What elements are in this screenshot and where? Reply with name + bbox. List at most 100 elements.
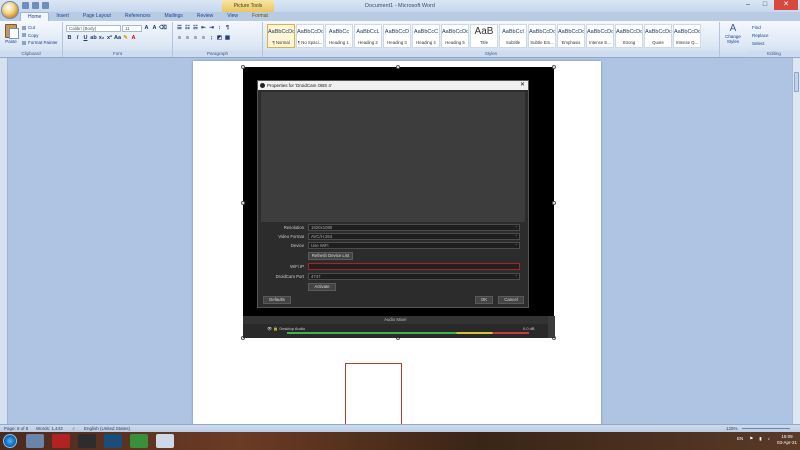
style-item[interactable]: AaBbCc Heading 1 <box>325 24 353 48</box>
start-button[interactable] <box>3 434 17 448</box>
vertical-scrollbar[interactable] <box>792 58 800 424</box>
resize-handle[interactable] <box>241 201 245 205</box>
align-right-icon[interactable]: ≡ <box>192 35 199 42</box>
red-outlined-shape[interactable] <box>345 363 402 425</box>
close-button[interactable]: ✕ <box>774 0 798 10</box>
style-item[interactable]: AaB Title <box>470 24 498 48</box>
font-size-box[interactable]: 11 <box>122 25 142 32</box>
volume-icon[interactable]: ♪ <box>768 436 770 442</box>
tab-insert[interactable]: Insert <box>49 12 76 21</box>
dialog-close-icon[interactable]: ✕ <box>520 81 525 90</box>
system-clock[interactable]: 15:09 03-Apr-21 <box>777 434 797 446</box>
numbering-icon[interactable]: ☷ <box>184 25 191 32</box>
italic-icon[interactable]: I <box>74 35 81 42</box>
tab-view[interactable]: View <box>220 12 245 21</box>
style-item[interactable]: AaBbCcDc ¶ Normal <box>267 24 295 48</box>
resize-handle[interactable] <box>241 65 245 69</box>
show-marks-icon[interactable]: ¶ <box>224 25 231 32</box>
app-taskbar-icon[interactable] <box>52 434 70 448</box>
zoom-slider[interactable] <box>742 428 790 429</box>
word-taskbar-icon[interactable] <box>156 434 174 448</box>
borders-icon[interactable]: ▦ <box>224 35 231 42</box>
language-tray[interactable]: EN <box>737 436 743 442</box>
clear-format-icon[interactable]: ⌫ <box>159 25 167 32</box>
select-button[interactable]: Select <box>752 40 769 48</box>
change-styles-button[interactable]: A Change Styles <box>722 23 744 44</box>
cut-button[interactable]: Cut <box>22 24 58 32</box>
resize-handle[interactable] <box>552 65 556 69</box>
video-format-select[interactable]: AVC/H.264 <box>308 233 520 240</box>
resolution-select[interactable]: 1920x1080 <box>308 224 520 231</box>
resize-handle[interactable] <box>552 201 556 205</box>
tab-references[interactable]: References <box>118 12 158 21</box>
obs-taskbar-icon[interactable] <box>78 434 96 448</box>
visibility-icon[interactable]: 👁 <box>267 326 272 331</box>
subscript-icon[interactable]: x₂ <box>98 35 105 42</box>
maximize-button[interactable]: □ <box>757 0 773 10</box>
chrome-taskbar-icon[interactable] <box>130 434 148 448</box>
grow-font-icon[interactable]: A <box>143 25 150 32</box>
style-item[interactable]: AaBbCcDc Subtle Em... <box>528 24 556 48</box>
find-button[interactable]: Find <box>752 24 769 32</box>
port-input[interactable]: 4747 <box>308 273 520 280</box>
multilevel-list-icon[interactable]: ☵ <box>192 25 199 32</box>
style-item[interactable]: AaBbCcD Heading 3 <box>383 24 411 48</box>
ok-button[interactable]: OK <box>475 296 493 304</box>
style-item[interactable]: AaBbCcC Heading 4 <box>412 24 440 48</box>
word-count[interactable]: Words: 1,443 <box>36 425 63 432</box>
style-item[interactable]: AaBbCcDc Quote <box>644 24 672 48</box>
office-button[interactable] <box>1 1 19 19</box>
wifi-ip-input[interactable] <box>308 263 520 270</box>
refresh-device-list-button[interactable]: Refresh Device List <box>308 252 353 260</box>
superscript-icon[interactable]: x² <box>106 35 113 42</box>
tab-home[interactable]: Home <box>20 12 50 21</box>
highlight-icon[interactable]: ✎ <box>122 35 129 42</box>
increase-indent-icon[interactable]: ⇥ <box>208 25 215 32</box>
zoom-level[interactable]: 125% <box>726 425 738 432</box>
lock-icon[interactable]: 🔒 <box>273 326 278 331</box>
tab-review[interactable]: Review <box>190 12 220 21</box>
language-indicator[interactable]: English (United States) <box>84 425 130 432</box>
change-case-icon[interactable]: Aa <box>114 35 121 42</box>
line-spacing-icon[interactable]: ↨ <box>208 35 215 42</box>
save-icon[interactable] <box>22 2 29 9</box>
format-painter-button[interactable]: Format Painter <box>22 39 58 47</box>
device-select[interactable]: Use WiFi <box>308 242 520 249</box>
style-item[interactable]: AaBbCcDc Intense E... <box>586 24 614 48</box>
network-icon[interactable]: ▮ <box>759 436 761 442</box>
strikethrough-icon[interactable]: ab <box>90 35 97 42</box>
resize-handle[interactable] <box>396 65 400 69</box>
decrease-indent-icon[interactable]: ⇤ <box>200 25 207 32</box>
shading-icon[interactable]: ◩ <box>216 35 223 42</box>
undo-icon[interactable] <box>32 2 39 9</box>
cancel-button[interactable]: Cancel <box>498 296 524 304</box>
defaults-button[interactable]: Defaults <box>263 296 291 304</box>
align-left-icon[interactable]: ≡ <box>176 35 183 42</box>
steam-taskbar-icon[interactable] <box>104 434 122 448</box>
underline-icon[interactable]: U <box>82 35 89 42</box>
replace-button[interactable]: Replace <box>752 32 769 40</box>
bullets-icon[interactable]: ☰ <box>176 25 183 32</box>
style-item[interactable]: AaBbCcDc Intense Q... <box>673 24 701 48</box>
tab-mailings[interactable]: Mailings <box>158 12 190 21</box>
copy-button[interactable]: Copy <box>22 32 58 40</box>
style-item[interactable]: AaBbCcI Subtitle <box>499 24 527 48</box>
flag-icon[interactable]: ⚑ <box>749 436 753 442</box>
paste-button[interactable]: Paste <box>3 24 19 48</box>
align-center-icon[interactable]: ≡ <box>184 35 191 42</box>
style-item[interactable]: AaBbCcDc Heading 5 <box>441 24 469 48</box>
style-item[interactable]: AaBbCcDc ¶ No Spaci... <box>296 24 324 48</box>
font-color-icon[interactable]: A <box>130 35 137 42</box>
tab-format[interactable]: Format <box>245 12 275 21</box>
justify-icon[interactable]: ≡ <box>200 35 207 42</box>
style-item[interactable]: AaBbCcL Heading 2 <box>354 24 382 48</box>
style-item[interactable]: AaBbCcDc Strong <box>615 24 643 48</box>
scroll-thumb[interactable] <box>794 72 799 92</box>
page-count[interactable]: Page: 8 of 8 <box>4 425 28 432</box>
font-name-box[interactable]: Calibri (Body) <box>66 25 121 32</box>
style-item[interactable]: AaBbCcDc Emphasis <box>557 24 585 48</box>
sort-icon[interactable]: ↕ <box>216 25 223 32</box>
tab-page-layout[interactable]: Page Layout <box>76 12 118 21</box>
minimize-button[interactable]: – <box>740 0 756 10</box>
proofing-icon[interactable]: ✓ <box>72 425 76 432</box>
